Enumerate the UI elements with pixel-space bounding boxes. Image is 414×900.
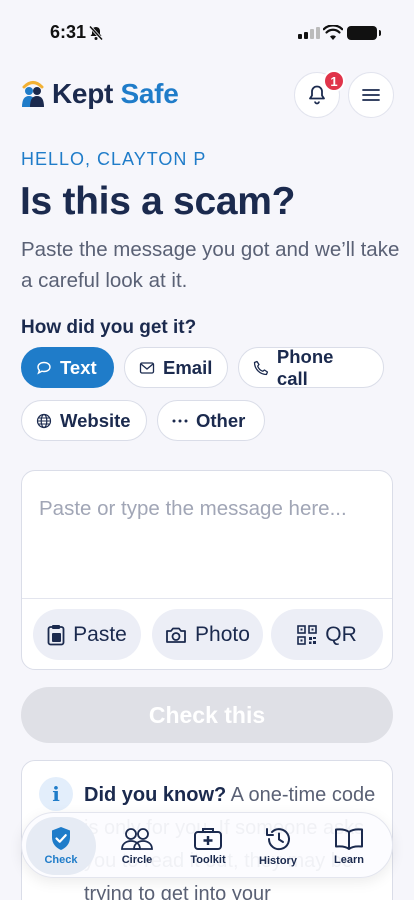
channel-question: How did you get it?	[21, 317, 197, 338]
brand-name-first: Kept	[52, 78, 114, 109]
nav-item-label: History	[259, 854, 297, 867]
channel-chip-label: Website	[60, 409, 131, 431]
status-time: 6:31	[50, 22, 87, 42]
paste-button[interactable]: Paste	[33, 609, 141, 660]
channel-chip-label: Text	[60, 356, 97, 378]
globe-icon	[36, 413, 52, 428]
channel-chip-text[interactable]: Text	[21, 347, 114, 388]
app-header: Kept Safe 1	[20, 70, 394, 118]
page-subtitle: Paste the message you got and we’ll take…	[21, 238, 400, 292]
book-icon	[335, 827, 363, 850]
channel-chip-label: Other	[196, 409, 246, 431]
brand-name-second: Safe	[120, 78, 179, 109]
nav-item-label: Toolkit	[190, 854, 226, 866]
chat-bubble-icon	[37, 361, 51, 374]
wifi-icon	[323, 25, 343, 40]
people-icon	[121, 827, 153, 850]
nav-item-label: Circle	[121, 853, 153, 866]
channel-chip-other[interactable]: Other	[157, 400, 265, 441]
greeting: HELLO, CLAYTON P	[21, 149, 207, 169]
brand-name: Kept Safe	[52, 78, 179, 110]
phone-icon	[253, 360, 269, 375]
cellular-signal-icon	[298, 27, 320, 39]
nav-item-history[interactable]: History	[243, 817, 313, 875]
photo-button-label: Photo	[195, 622, 250, 646]
message-input-card: Paste or type the message here... Paste …	[21, 470, 393, 670]
tip-heading: Did you know?	[84, 784, 227, 806]
channel-chip-phone-call[interactable]: Phone call	[238, 345, 384, 389]
nav-item-learn[interactable]: Learn	[314, 817, 384, 875]
nav-item-label: Learn	[334, 853, 364, 866]
nav-item-toolkit[interactable]: Toolkit	[173, 817, 243, 875]
logo: Kept Safe	[20, 78, 179, 110]
battery-icon	[347, 26, 381, 40]
shield-check-icon	[52, 827, 70, 850]
nav-item-check[interactable]: Check	[26, 817, 96, 875]
paste-button-label: Paste	[73, 622, 127, 646]
nav-item-circle[interactable]: Circle	[102, 817, 172, 875]
nav-item-label: Check	[44, 854, 78, 866]
channel-chip-label: Email	[163, 356, 213, 378]
hamburger-menu-icon	[362, 89, 380, 101]
bell-mute-icon	[88, 25, 104, 41]
channel-chip-label: Phone call	[276, 345, 334, 389]
photo-button[interactable]: Photo	[152, 609, 263, 660]
qr-button[interactable]: QR	[271, 609, 383, 660]
bottom-nav: Check Circle Toolkit History Learn	[21, 812, 393, 878]
ellipsis-icon	[172, 419, 188, 422]
notifications-button[interactable]: 1	[294, 70, 345, 118]
message-input[interactable]: Paste or type the message here...	[39, 491, 369, 526]
clipboard-icon	[47, 624, 65, 645]
menu-button[interactable]	[348, 72, 394, 118]
qr-button-label: QR	[325, 622, 357, 646]
qr-code-icon	[297, 624, 318, 645]
notification-badge: 1	[323, 70, 345, 92]
status-bar: 6:31	[0, 0, 414, 60]
channel-chip-email[interactable]: Email	[124, 347, 228, 388]
history-icon	[266, 827, 290, 850]
info-icon: i	[39, 777, 73, 811]
first-aid-kit-icon	[194, 828, 222, 850]
channel-chip-website[interactable]: Website	[21, 400, 147, 441]
envelope-icon	[139, 361, 155, 374]
camera-icon	[166, 627, 186, 643]
page-title: Is this a scam?	[20, 180, 296, 223]
check-this-button[interactable]: Check this	[21, 687, 393, 743]
kept-safe-logo-icon	[22, 81, 44, 107]
divider	[22, 598, 392, 599]
